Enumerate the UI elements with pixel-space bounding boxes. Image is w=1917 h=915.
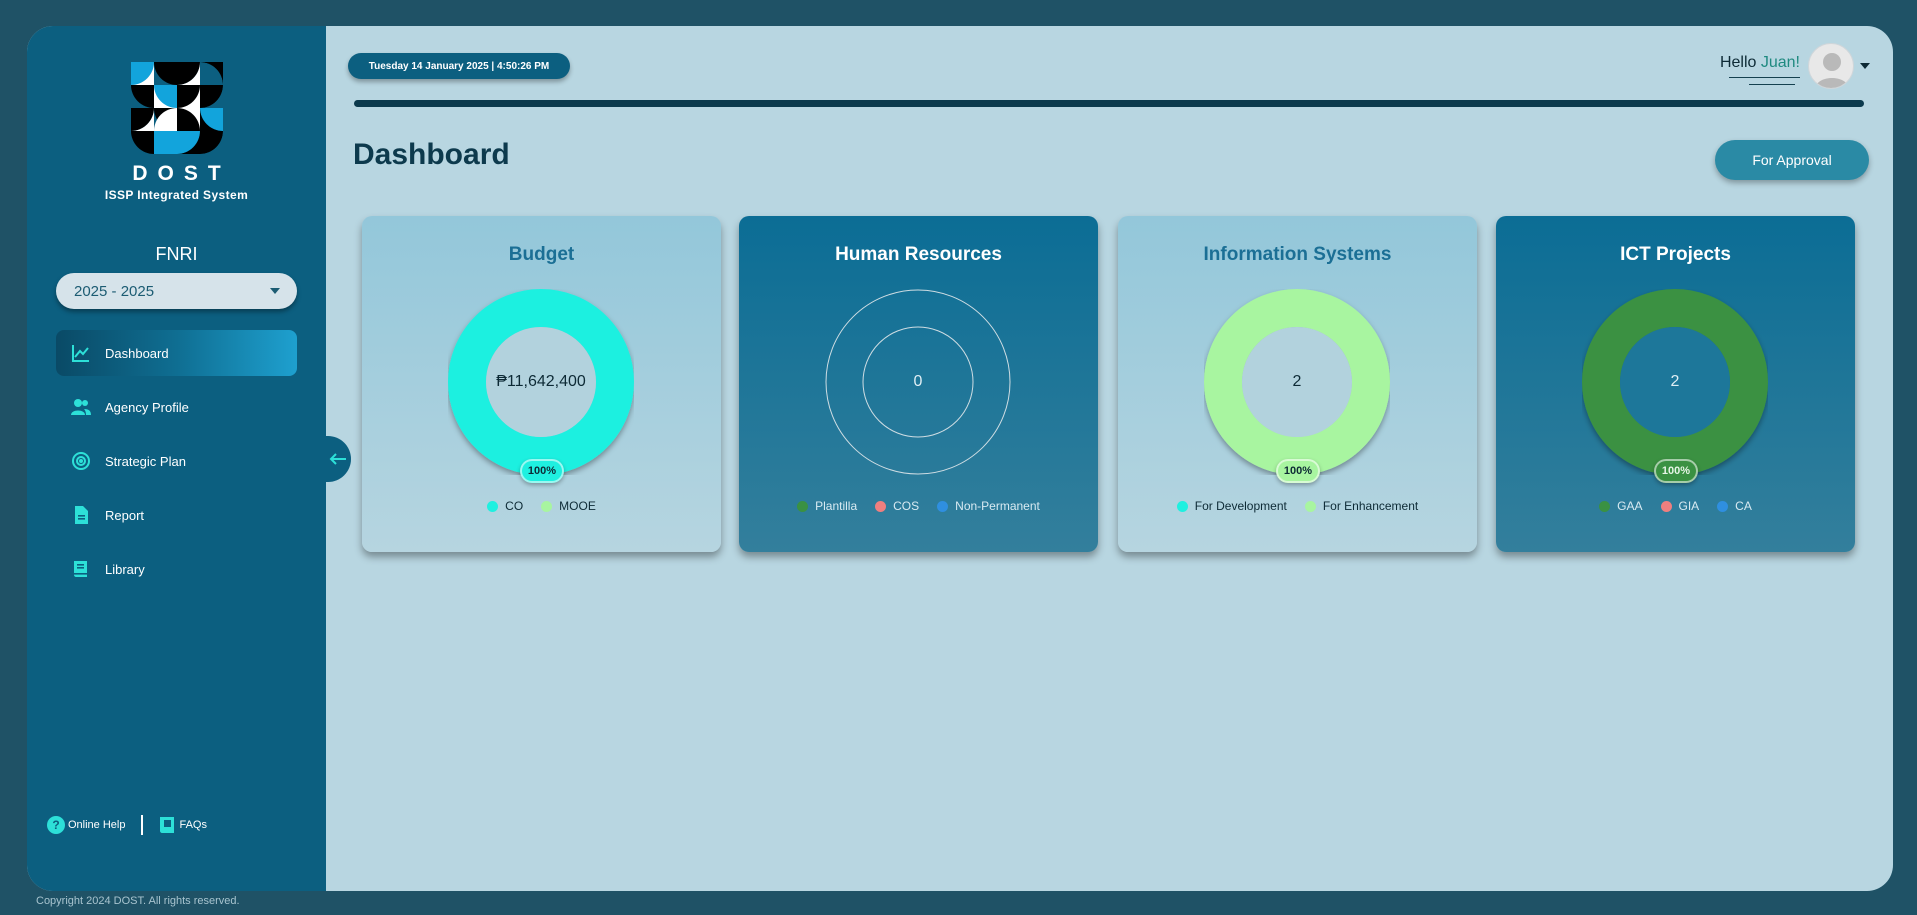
legend-swatch [1660, 500, 1672, 512]
chart-line-icon [70, 342, 92, 364]
dost-logo-icon [130, 62, 223, 154]
legend-label: GIA [1678, 499, 1700, 513]
legend-label: For Enhancement [1322, 499, 1419, 513]
sidebar-item-library[interactable]: Library [56, 546, 297, 592]
budget-legend: CO MOOE [362, 499, 721, 513]
legend-swatch [1176, 500, 1188, 512]
legend-item-gaa[interactable]: GAA [1599, 499, 1643, 513]
sidebar-nav: Dashboard Agency Profile Strategic Plan … [56, 330, 297, 600]
is-legend: For Development For Enhancement [1118, 499, 1477, 513]
ict-percent-badge: 100% [1654, 459, 1698, 483]
legend-item-co[interactable]: CO [487, 499, 523, 513]
question-circle-icon: ? [47, 816, 65, 834]
sidebar-item-label: Strategic Plan [105, 453, 186, 469]
sidebar-item-strategic-plan[interactable]: Strategic Plan [56, 438, 297, 484]
legend-swatch [937, 500, 949, 512]
brand-subtitle: ISSP Integrated System [104, 188, 249, 202]
sidebar-item-label: Dashboard [105, 345, 169, 361]
svg-text:?: ? [52, 818, 59, 832]
budget-percent-badge: 100% [520, 459, 564, 483]
greeting-underline-short [1749, 84, 1795, 85]
legend-item-non-permanent[interactable]: Non-Permanent [937, 499, 1040, 513]
users-icon [70, 396, 92, 418]
chevron-down-icon [270, 288, 280, 294]
ict-projects-card[interactable]: ICT Projects 2 100% GAA GIA CA [1496, 216, 1855, 552]
legend-item-ca[interactable]: CA [1717, 499, 1752, 513]
budget-card[interactable]: Budget ₱11,642,400 100% CO MOOE [362, 216, 721, 552]
copyright-footer: Copyright 2024 DOST. All rights reserved… [36, 895, 240, 907]
sidebar-item-label: Library [105, 561, 145, 577]
main-content: Tuesday 14 January 2025 | 4:50:26 PM Hel… [326, 26, 1893, 891]
user-greeting: Hello Juan! [1720, 54, 1800, 72]
card-title: Budget [508, 244, 575, 265]
legend-item-cos[interactable]: COS [875, 499, 919, 513]
sidebar-item-label: Report [105, 507, 145, 523]
legend-label: For Development [1194, 499, 1287, 513]
sidebar-item-label: Agency Profile [105, 399, 189, 415]
user-silhouette-icon [1815, 53, 1849, 88]
agency-name: FNRI [155, 244, 198, 264]
greeting-user-name: Juan! [1760, 54, 1800, 71]
legend-swatch [1599, 500, 1611, 512]
card-title: Information Systems [1203, 244, 1392, 265]
for-approval-button[interactable]: For Approval [1715, 140, 1869, 180]
faqs-label: FAQs [179, 819, 207, 831]
brand-name: DOST [132, 162, 231, 185]
sidebar-item-agency-profile[interactable]: Agency Profile [56, 384, 297, 430]
greeting-underline [1729, 77, 1800, 78]
arrow-left-icon [329, 453, 346, 465]
sidebar: DOST ISSP Integrated System FNRI 2025 - … [27, 26, 326, 891]
legend-label: CA [1735, 499, 1752, 513]
is-total: 2 [1292, 373, 1302, 390]
card-title: ICT Projects [1620, 244, 1731, 265]
book-question-icon [160, 817, 175, 833]
legend-swatch [1717, 500, 1729, 512]
header-divider [354, 100, 1864, 107]
hr-legend: Plantilla COS Non-Permanent [739, 499, 1098, 513]
legend-label: Plantilla [815, 499, 858, 513]
ict-legend: GAA GIA CA [1496, 499, 1855, 513]
legend-swatch [797, 500, 809, 512]
legend-swatch [1304, 500, 1316, 512]
user-menu-caret-icon[interactable] [1860, 63, 1870, 69]
card-title: Human Resources [835, 244, 1002, 265]
document-icon [70, 504, 92, 526]
is-percent-badge: 100% [1276, 459, 1320, 483]
page-title: Dashboard [353, 138, 510, 171]
legend-label: Non-Permanent [955, 499, 1040, 513]
legend-label: GAA [1617, 499, 1643, 513]
legend-label: CO [505, 499, 524, 513]
hr-total: 0 [913, 373, 923, 390]
legend-swatch [875, 500, 887, 512]
app-window: DOST ISSP Integrated System FNRI 2025 - … [27, 26, 1893, 891]
help-links: ? Online Help FAQs [47, 815, 207, 835]
sidebar-item-report[interactable]: Report [56, 492, 297, 538]
sidebar-item-dashboard[interactable]: Dashboard [56, 330, 297, 376]
online-help-label: Online Help [68, 819, 126, 831]
greeting-hello: Hello [1719, 54, 1757, 71]
faqs-link[interactable]: FAQs [158, 816, 207, 834]
ict-total: 2 [1670, 373, 1680, 390]
year-select-value: 2025 - 2025 [74, 282, 155, 300]
legend-swatch [487, 500, 499, 512]
datetime-badge: Tuesday 14 January 2025 | 4:50:26 PM [348, 53, 570, 79]
legend-label: MOOE [559, 499, 596, 513]
information-systems-card[interactable]: Information Systems 2 100% For Developme… [1118, 216, 1477, 552]
divider [141, 815, 144, 835]
human-resources-card[interactable]: Human Resources 0 Plantilla COS Non-Perm… [739, 216, 1098, 552]
avatar[interactable] [1808, 43, 1854, 89]
legend-swatch [541, 500, 553, 512]
budget-total: ₱11,642,400 [496, 373, 586, 390]
legend-item-mooe[interactable]: MOOE [541, 499, 596, 513]
legend-label: COS [893, 499, 920, 513]
logo-block: DOST ISSP Integrated System [27, 62, 326, 202]
book-icon [70, 558, 92, 580]
legend-item-plantilla[interactable]: Plantilla [797, 499, 857, 513]
legend-item-gia[interactable]: GIA [1660, 499, 1700, 513]
legend-item-for-development[interactable]: For Development [1176, 499, 1287, 513]
target-icon [70, 450, 92, 472]
year-select[interactable]: 2025 - 2025 [56, 273, 297, 309]
online-help-link[interactable]: ? Online Help [47, 816, 125, 834]
legend-item-for-enhancement[interactable]: For Enhancement [1304, 499, 1419, 513]
